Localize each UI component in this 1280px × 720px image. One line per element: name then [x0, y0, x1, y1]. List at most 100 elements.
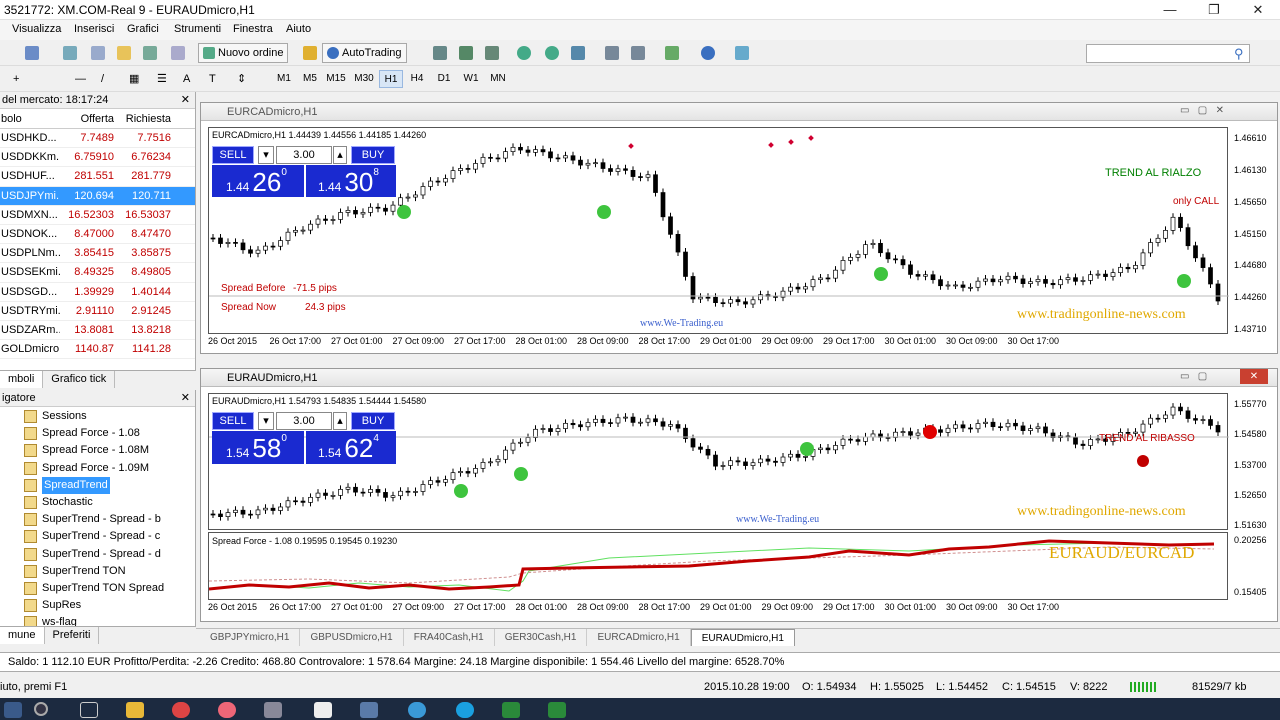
favorites-icon[interactable] [112, 43, 136, 63]
task-view-icon[interactable] [80, 702, 98, 718]
menu-grafici[interactable]: Grafici [127, 23, 159, 35]
tf-d1[interactable]: D1 [432, 70, 456, 88]
tf-m1[interactable]: M1 [272, 70, 296, 88]
navigator-item[interactable]: Spread Force - 1.08M [0, 442, 195, 459]
sell-button[interactable]: SELL [212, 146, 254, 164]
buy-button[interactable]: BUY [351, 412, 395, 430]
explorer-icon[interactable] [126, 702, 144, 718]
start-icon[interactable] [4, 702, 22, 718]
navigator-item[interactable]: Stochastic [0, 494, 195, 511]
crosshair-icon[interactable] [86, 43, 110, 63]
tile-windows-icon[interactable] [566, 43, 590, 63]
chart-tab[interactable]: GBPJPYmicro,H1 [200, 629, 301, 646]
autoscroll-icon[interactable] [600, 43, 624, 63]
market-watch-row[interactable]: USDJPYmi... 120.694 120.711 [0, 186, 195, 206]
sell-price[interactable]: 1.54 580 [212, 431, 304, 464]
navigator-item[interactable]: SuperTrend TON [0, 563, 195, 580]
tf-h4[interactable]: H4 [405, 70, 429, 88]
tf-mn[interactable]: MN [486, 70, 510, 88]
qty-down-icon[interactable]: ▾ [258, 412, 274, 430]
indicators-icon[interactable] [660, 43, 684, 63]
search-icon[interactable] [34, 702, 48, 716]
candle-chart-icon[interactable] [454, 43, 478, 63]
lot-size-input[interactable]: 3.00 [276, 146, 332, 164]
chart-tab[interactable]: EURCADmicro,H1 [587, 629, 691, 646]
navigator-item[interactable]: SuperTrend - Spread - c [0, 528, 195, 545]
qty-up-icon[interactable]: ▴ [333, 412, 347, 430]
menu-aiuto[interactable]: Aiuto [286, 23, 311, 35]
search-icon[interactable]: ⚲ [1234, 46, 1244, 62]
market-watch-row[interactable]: USDPLNm... 3.85415 3.85875 [0, 244, 195, 264]
navigator-item[interactable]: Spread Force - 1.09M [0, 460, 195, 477]
tf-h1[interactable]: H1 [379, 70, 403, 88]
chart-minimize-icon[interactable]: ▭ ▢ [1180, 371, 1207, 382]
chart-tab[interactable]: GER30Cash,H1 [495, 629, 588, 646]
qty-down-icon[interactable]: ▾ [258, 146, 274, 164]
tab-common[interactable]: mune [0, 627, 45, 644]
navigator-item[interactable]: Spread Force - 1.08 [0, 425, 195, 442]
crosshair-tool-icon[interactable]: + [8, 69, 24, 89]
tab-favorites[interactable]: Preferiti [45, 627, 100, 644]
tf-m30[interactable]: M30 [352, 70, 376, 88]
market-watch-row[interactable]: USDHKD... 7.7489 7.7516 [0, 129, 195, 149]
app2-icon[interactable] [548, 702, 566, 718]
navigator-item[interactable]: SuperTrend - Spread - d [0, 546, 195, 563]
close-icon[interactable]: ✕ [181, 92, 195, 109]
market-watch-row[interactable]: GOLDmicro 1140.87 1141.28 [0, 340, 195, 360]
minimize-button[interactable]: — [1150, 0, 1190, 20]
app-icon[interactable] [264, 702, 282, 718]
lot-size-input[interactable]: 3.00 [276, 412, 332, 430]
telegram-icon[interactable] [408, 702, 426, 718]
chrome-icon[interactable] [172, 702, 190, 718]
tab-symbols[interactable]: mboli [0, 371, 44, 388]
bar-chart-icon[interactable] [428, 43, 452, 63]
horizontal-line-icon[interactable]: — [70, 69, 91, 89]
qty-up-icon[interactable]: ▴ [333, 146, 347, 164]
tf-m15[interactable]: M15 [324, 70, 348, 88]
navigator-item[interactable]: SuperTrend - Spread - b [0, 511, 195, 528]
zoom-in-icon[interactable] [512, 43, 536, 63]
navigator-item[interactable]: SuperTrend TON Spread [0, 580, 195, 597]
chart-shift-icon[interactable] [626, 43, 650, 63]
calculator-icon[interactable] [314, 702, 332, 718]
search-input[interactable] [1086, 44, 1250, 63]
tf-m5[interactable]: M5 [298, 70, 322, 88]
chart-close-icon[interactable]: ✕ [1240, 369, 1268, 384]
excel-icon[interactable] [502, 702, 520, 718]
channel-icon[interactable]: ▦ [124, 69, 144, 89]
text-label-icon[interactable]: T [204, 69, 221, 89]
col-symbol[interactable]: bolo [0, 109, 60, 128]
buy-price[interactable]: 1.54 624 [306, 431, 396, 464]
navigator-item[interactable]: Sessions [0, 408, 195, 425]
firefox-icon[interactable] [218, 702, 236, 718]
tf-w1[interactable]: W1 [459, 70, 483, 88]
market-watch-row[interactable]: USDDKKm... 6.75910 6.76234 [0, 148, 195, 168]
chart-tab[interactable]: GBPUSDmicro,H1 [300, 629, 404, 646]
buy-price[interactable]: 1.44 308 [306, 165, 396, 197]
new-chart-icon[interactable] [58, 43, 82, 63]
tester-icon[interactable] [166, 43, 190, 63]
chart-tab[interactable]: EURAUDmicro,H1 [690, 629, 795, 646]
market-watch-row[interactable]: USDSEKmi... 8.49325 8.49805 [0, 263, 195, 283]
navigator-item[interactable]: SupRes [0, 597, 195, 614]
profiles-icon[interactable] [20, 43, 44, 63]
periods-icon[interactable] [696, 43, 720, 63]
text-tool-icon[interactable]: A [178, 69, 195, 89]
chart-tab[interactable]: FRA40Cash,H1 [404, 629, 495, 646]
trendline-icon[interactable]: / [96, 69, 109, 89]
close-button[interactable]: ✕ [1238, 0, 1278, 20]
maximize-button[interactable]: ❐ [1194, 0, 1234, 20]
market-watch-row[interactable]: USDMXN... 16.52303 16.53037 [0, 206, 195, 225]
templates-icon[interactable] [730, 43, 754, 63]
menu-finestra[interactable]: Finestra [233, 23, 273, 35]
buy-button[interactable]: BUY [351, 146, 395, 164]
navigator-toggle-icon[interactable] [138, 43, 162, 63]
menu-strumenti[interactable]: Strumenti [174, 23, 221, 35]
navigator-item[interactable]: SpreadTrend [0, 476, 195, 494]
line-chart-icon[interactable] [480, 43, 504, 63]
sell-button[interactable]: SELL [212, 412, 254, 430]
menu-inserisci[interactable]: Inserisci [74, 23, 114, 35]
skype-icon[interactable] [456, 702, 474, 718]
zoom-out-icon[interactable] [540, 43, 564, 63]
col-ask[interactable]: Richiesta [117, 109, 174, 128]
